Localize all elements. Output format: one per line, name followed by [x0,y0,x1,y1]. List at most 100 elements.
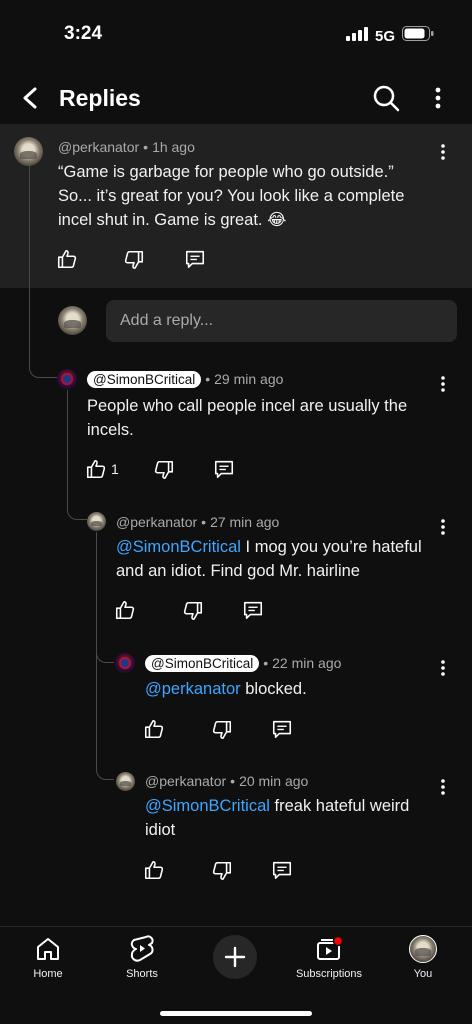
dislike-button[interactable] [180,598,206,624]
status-time: 3:24 [64,23,103,44]
comment-meta: @SimonBCritical • 29 min ago [87,371,283,388]
thumbs-up-icon [57,249,77,269]
subscriptions-icon [317,935,344,960]
comment-meta: @perkanator • 20 min ago [145,773,309,789]
home-icon [37,938,59,960]
dislike-button[interactable] [151,457,177,483]
header: Replies [0,72,472,124]
nav-shorts[interactable]: Shorts [97,933,187,980]
comment-icon [243,601,263,620]
avatar[interactable] [116,772,135,791]
avatar[interactable] [115,653,135,673]
nav-subscriptions-label: Subscriptions [295,968,363,980]
comment-text: “Game is garbage for people who go outsi… [58,163,405,229]
like-button[interactable] [54,246,80,272]
thread-line [29,166,57,378]
comment-more-button[interactable] [437,373,449,395]
nav-home-label: Home [33,968,63,980]
comment-icon [272,861,292,880]
thread-line [67,390,87,520]
creator-chip[interactable]: @SimonBCritical [87,371,202,388]
reply-input[interactable]: Add a reply... [106,300,457,342]
mention-link[interactable]: @perkanator [145,680,241,698]
comment-more-button[interactable] [437,516,449,538]
mention-link[interactable]: @SimonBCritical [145,797,270,815]
thumbs-up-icon [144,860,164,880]
creator-chip[interactable]: @SimonBCritical [145,655,260,672]
comment-text: @SimonBCritical freak hateful weird idio… [145,797,410,839]
comment-text: @SimonBCritical I mog you you’re hateful… [116,538,422,580]
comment-text: @perkanator blocked. [145,680,307,698]
thumbs-up-icon [86,459,106,479]
thumbs-down-icon [124,250,144,270]
thumbs-down-icon [212,720,232,740]
create-button[interactable] [213,935,257,979]
thumbs-up-icon [115,600,135,620]
like-button[interactable] [112,597,138,623]
comment-time: 1h ago [152,139,195,155]
dislike-button[interactable] [209,858,235,884]
bottom-nav: Home Shorts Subscriptions You [0,926,472,1024]
back-button[interactable] [14,82,46,114]
nav-subscriptions[interactable]: Subscriptions [284,933,374,980]
avatar[interactable] [87,512,106,531]
more-vert-icon [441,779,445,795]
comment-author[interactable]: @perkanator [116,514,197,530]
mention-link[interactable]: @SimonBCritical [116,538,241,556]
chevron-left-icon [23,87,37,109]
comment-meta: @perkanator • 1h ago [58,139,195,155]
reply-button[interactable] [211,456,237,482]
reply-button[interactable] [269,716,295,742]
comment-text: People who call people incel are usually… [87,397,408,439]
reply-button[interactable] [269,857,295,883]
nav-shorts-label: Shorts [126,968,158,980]
signal-icon [345,26,368,46]
battery-icon [402,26,434,46]
nav-home[interactable]: Home [3,933,93,980]
page-title: Replies [59,85,141,111]
more-vert-icon [441,144,445,160]
plus-icon [224,946,246,968]
comment-more-button[interactable] [437,141,449,163]
comment-time: 22 min ago [272,655,342,671]
comment-more-button[interactable] [437,776,449,798]
my-avatar [58,306,87,335]
profile-avatar [409,935,437,963]
shorts-icon [130,935,154,962]
like-button[interactable] [83,456,109,482]
dislike-button[interactable] [209,717,235,743]
status-bar: 3:24 5G [0,0,472,70]
reply-button[interactable] [240,597,266,623]
comment-time: 20 min ago [239,773,309,789]
more-options-button[interactable] [424,82,452,114]
nav-you[interactable]: You [378,933,468,980]
search-button[interactable] [370,82,402,114]
comment-author[interactable]: @perkanator [58,139,139,155]
search-icon [373,85,400,112]
thumbs-up-icon [144,719,164,739]
comment-meta: @SimonBCritical • 22 min ago [145,655,341,672]
more-vert-icon [441,519,445,535]
home-indicator [160,1011,312,1016]
nav-you-label: You [413,968,433,980]
like-count: 1 [111,461,119,477]
like-button[interactable] [141,716,167,742]
comment-icon [272,720,292,739]
comment-time: 27 min ago [210,514,280,530]
comment-more-button[interactable] [437,657,449,679]
reply-input-placeholder: Add a reply... [120,312,214,329]
avatar[interactable] [57,369,77,389]
like-button[interactable] [141,857,167,883]
comment-author[interactable]: @perkanator [145,773,226,789]
comment-meta: @perkanator • 27 min ago [116,514,280,530]
comment-icon [214,460,234,479]
thumbs-down-icon [183,601,203,621]
dislike-button[interactable] [121,247,147,273]
comment-icon [185,250,205,269]
more-vert-icon [435,87,441,109]
status-indicators: 5G [345,26,434,46]
more-vert-icon [441,660,445,676]
thumbs-down-icon [154,460,174,480]
avatar[interactable] [14,137,43,166]
reply-button[interactable] [182,246,208,272]
